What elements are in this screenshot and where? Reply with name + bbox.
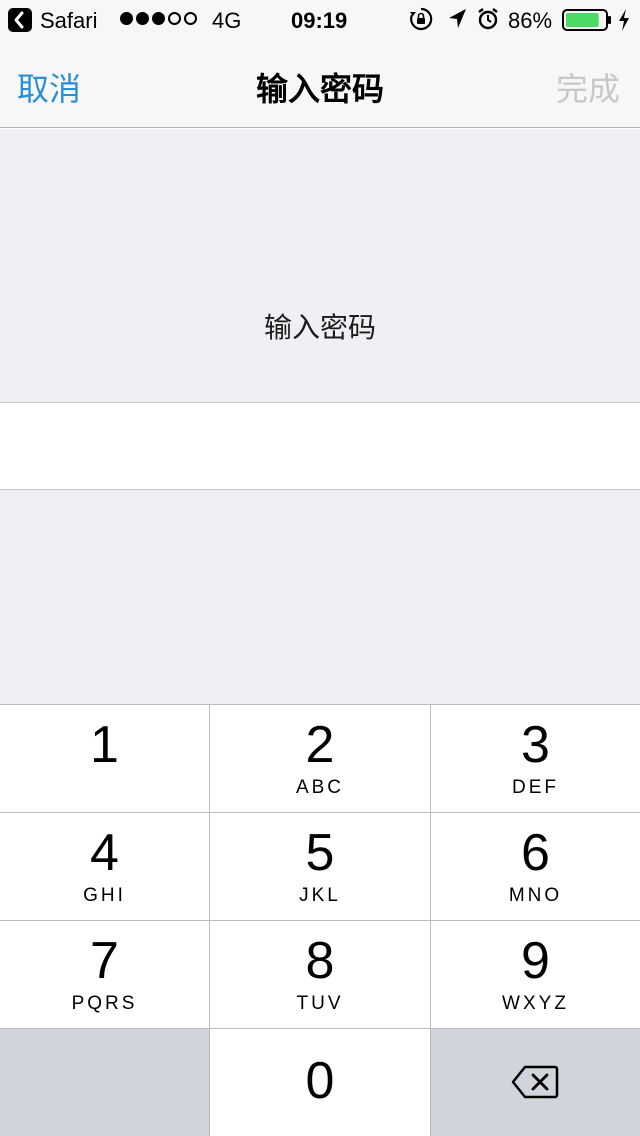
key-1[interactable]: 1 xyxy=(0,705,209,812)
key-6[interactable]: 6 MNO xyxy=(431,813,640,920)
prompt-area: 输入密码 xyxy=(0,129,640,402)
battery-percent: 86% xyxy=(508,8,553,33)
back-app-label[interactable]: Safari xyxy=(40,8,97,34)
location-arrow-icon xyxy=(446,6,468,38)
key-digit: 6 xyxy=(521,824,550,882)
key-3[interactable]: 3 DEF xyxy=(431,705,640,812)
backspace-icon xyxy=(511,1065,559,1104)
key-letters: PQRS xyxy=(71,993,138,1014)
key-digit: 5 xyxy=(305,824,335,882)
key-8[interactable]: 8 TUV xyxy=(210,921,430,1028)
key-letters: DEF xyxy=(512,777,559,798)
key-digit: 3 xyxy=(521,716,550,774)
key-0[interactable]: 0 xyxy=(210,1029,430,1136)
back-arrow-icon[interactable] xyxy=(8,8,32,32)
key-digit: 0 xyxy=(305,1052,335,1110)
signal-strength xyxy=(120,12,197,28)
key-4[interactable]: 4 GHI xyxy=(0,813,209,920)
key-digit: 4 xyxy=(90,824,119,882)
network-type: 4G xyxy=(212,8,242,33)
battery-icon xyxy=(562,8,612,38)
done-button[interactable]: 完成 xyxy=(556,64,620,110)
key-2[interactable]: 2 ABC xyxy=(210,705,430,812)
page-title: 输入密码 xyxy=(255,71,384,107)
password-prompt: 输入密码 xyxy=(263,312,376,343)
alarm-clock-icon xyxy=(476,6,500,38)
signal-dot xyxy=(168,12,181,25)
background-spacer xyxy=(0,490,640,704)
key-digit: 7 xyxy=(90,932,119,990)
numeric-keypad: 1 2 ABC 3 DEF 4 GHI 5 JKL 6 MNO 7 PQRS 8… xyxy=(0,704,640,1136)
clock: 09:19 xyxy=(291,8,348,33)
signal-dot xyxy=(120,12,133,25)
signal-dot xyxy=(152,12,165,25)
key-letters: ABC xyxy=(295,777,345,798)
key-letters: JKL xyxy=(299,885,341,906)
key-letters: WXYZ xyxy=(502,993,569,1014)
key-digit: 9 xyxy=(521,932,550,990)
key-digit: 2 xyxy=(305,716,335,774)
key-letters: GHI xyxy=(83,885,126,906)
rotation-lock-icon xyxy=(408,6,434,38)
key-7[interactable]: 7 PQRS xyxy=(0,921,209,1028)
password-field-container xyxy=(0,402,640,490)
key-5[interactable]: 5 JKL xyxy=(210,813,430,920)
signal-dot xyxy=(184,12,197,25)
key-digit: 8 xyxy=(305,932,335,990)
charging-bolt-icon xyxy=(617,7,631,39)
key-letters: TUV xyxy=(296,993,344,1014)
password-input[interactable] xyxy=(0,403,640,489)
key-blank xyxy=(0,1029,209,1136)
navigation-bar: 取消 输入密码 完成 xyxy=(0,40,640,128)
key-9[interactable]: 9 WXYZ xyxy=(431,921,640,1028)
delete-key[interactable] xyxy=(431,1029,640,1136)
key-digit: 1 xyxy=(90,716,119,774)
status-bar: Safari 4G 09:19 86% xyxy=(0,0,640,40)
signal-dot xyxy=(136,12,149,25)
key-letters: MNO xyxy=(508,885,563,906)
